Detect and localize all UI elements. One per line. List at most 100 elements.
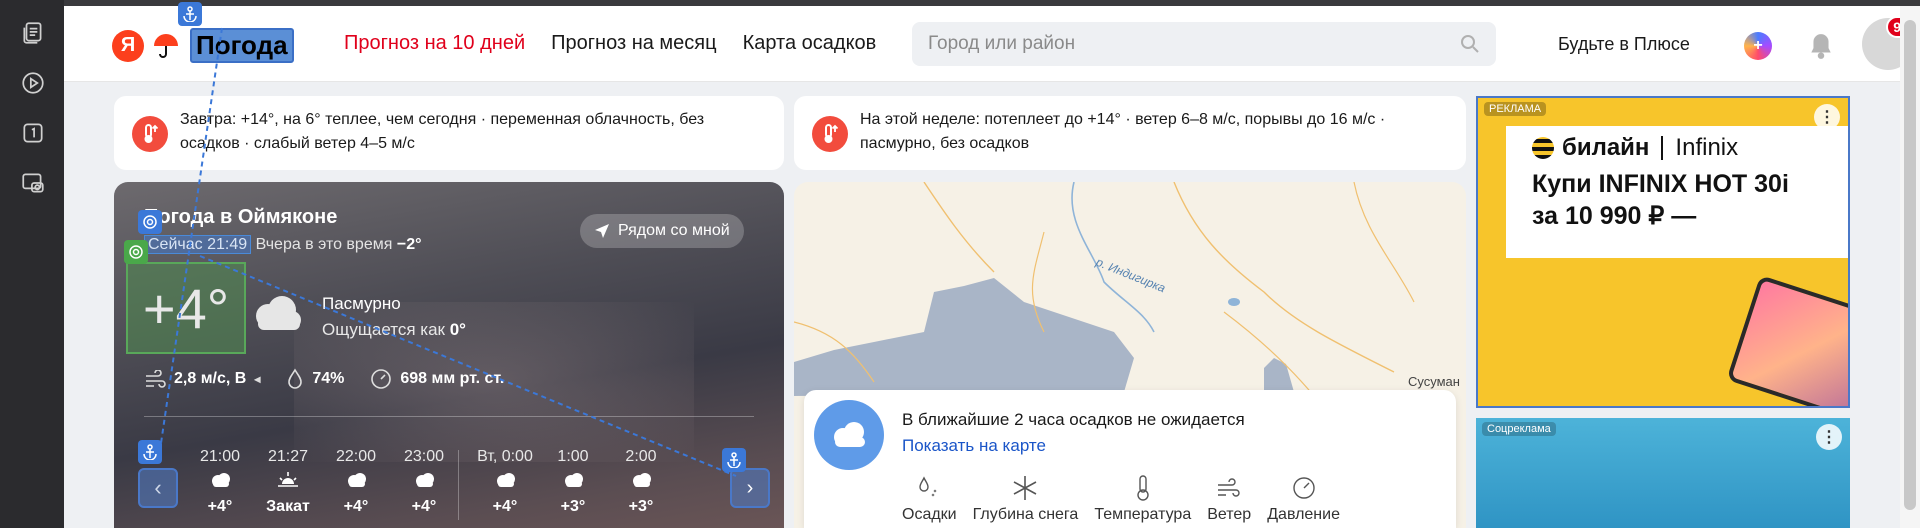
near-me-button[interactable]: Рядом со мной xyxy=(580,214,744,248)
precip-icon xyxy=(916,474,942,502)
cloud-icon xyxy=(814,400,884,470)
show-on-map-link[interactable]: Показать на карте xyxy=(902,436,1046,456)
layer-snow[interactable]: Глубина снега xyxy=(972,474,1079,524)
scrollbar-thumb[interactable] xyxy=(1904,20,1916,510)
feels-like: Ощущается как 0° xyxy=(322,320,466,340)
collections-icon[interactable] xyxy=(18,18,48,48)
thermometer-up-icon xyxy=(132,116,168,152)
wind-value: 2,8 м/с, В xyxy=(174,370,247,387)
ad-banner-beeline[interactable]: РЕКЛАМА ⋮ билайн Infinix Купи INFINIX HO… xyxy=(1476,96,1850,408)
nav-precip-map[interactable]: Карта осадков xyxy=(743,32,877,55)
target-icon[interactable] xyxy=(138,210,162,234)
hour-item[interactable]: 1:00 +3° xyxy=(539,448,607,520)
pressure-value: 698 мм рт. ст. xyxy=(400,370,505,387)
feels-like-value: 0° xyxy=(449,320,466,339)
hour-temp: +4° xyxy=(411,498,437,515)
feels-like-label: Ощущается как xyxy=(322,320,445,339)
cloud-moon-icon xyxy=(471,470,539,494)
precip-map-card[interactable]: р. Индигирка Сусуман В ближайшие 2 часа … xyxy=(794,182,1466,528)
map-layer-switcher: Осадки Глубина снега Температура Ветер Д… xyxy=(902,474,1340,524)
search-icon[interactable] xyxy=(1460,34,1480,54)
ad-more-icon[interactable]: ⋮ xyxy=(1816,424,1842,450)
beeline-logo-icon xyxy=(1532,137,1554,159)
tab-counter-icon[interactable] xyxy=(18,118,48,148)
humidity-metric: 74% xyxy=(286,368,344,390)
anchor-icon[interactable] xyxy=(722,448,746,472)
ad-headline-line1: Купи INFINIX HOT 30i xyxy=(1532,170,1789,198)
town-label: Сусуман xyxy=(1408,374,1460,389)
layer-label: Глубина снега xyxy=(972,506,1079,523)
screenshot-icon[interactable] xyxy=(18,168,48,198)
ad-brand-partner: Infinix xyxy=(1675,134,1739,161)
search-box xyxy=(912,22,1496,66)
yesterday-value: −2° xyxy=(396,236,422,253)
anchor-icon[interactable] xyxy=(138,440,162,464)
yandex-weather-logo[interactable]: Я Погода xyxy=(112,28,294,63)
site-header: Я Погода Прогноз на 10 дней Прогноз на м… xyxy=(64,6,1920,82)
current-temperature: +4° xyxy=(126,262,246,354)
hour-temp: +3° xyxy=(628,498,654,515)
tomorrow-alert-card[interactable]: Завтра: +14°, на 6° теплее, чем сегодня … xyxy=(114,96,784,170)
ad-more-icon[interactable]: ⋮ xyxy=(1814,104,1840,130)
wind-icon xyxy=(1216,474,1242,502)
layer-precip[interactable]: Осадки xyxy=(902,474,957,524)
location-arrow-icon xyxy=(595,224,609,238)
card-divider xyxy=(144,416,754,417)
current-time-link[interactable]: Сейчас 21:49 xyxy=(144,235,252,254)
precip-panel: В ближайшие 2 часа осадков не ожидается … xyxy=(804,390,1456,528)
hour-temp: Закат xyxy=(266,498,310,515)
thermometer-up-icon xyxy=(812,116,848,152)
hour-item[interactable]: 2:00 +3° xyxy=(607,448,675,520)
cloud-moon-icon xyxy=(322,470,390,494)
play-icon[interactable] xyxy=(18,68,48,98)
hourly-forecast: 21:00 +4° 21:27 Закат 22:00 +4° 23:00 +4… xyxy=(186,448,675,520)
hour-item[interactable]: 23:00 +4° xyxy=(390,448,458,520)
plus-icon[interactable]: + xyxy=(1744,32,1772,60)
scroll-right-button[interactable]: › xyxy=(730,468,770,508)
week-alert-text: На этой неделе: потеплеет до +14° · вете… xyxy=(860,111,1386,152)
pressure-metric: 698 мм рт. ст. xyxy=(370,368,504,390)
hour-temp: +4° xyxy=(207,498,233,515)
ad-headline-line2: за 10 990 ₽ — xyxy=(1532,202,1697,230)
ad-label: Соцреклама xyxy=(1482,422,1556,436)
cloud-moon-icon xyxy=(539,470,607,494)
wind-icon xyxy=(146,370,166,388)
week-alert-card[interactable]: На этой неделе: потеплеет до +14° · вете… xyxy=(794,96,1466,170)
ad-brand-name: билайн xyxy=(1562,134,1650,161)
anchor-icon[interactable] xyxy=(178,2,202,26)
hour-time: 1:00 xyxy=(557,448,589,465)
nav-forecast-month[interactable]: Прогноз на месяц xyxy=(551,32,716,55)
hour-time: 23:00 xyxy=(403,448,445,465)
ad-banner-social[interactable]: Соцреклама ⋮ xyxy=(1476,418,1850,528)
near-me-label: Рядом со мной xyxy=(618,222,730,239)
wind-metric: 2,8 м/с, В ◂ xyxy=(144,370,260,388)
bell-icon[interactable] xyxy=(1808,32,1834,60)
layer-temperature[interactable]: Температура xyxy=(1094,474,1191,524)
tomorrow-alert-text: Завтра: +14°, на 6° теплее, чем сегодня … xyxy=(180,111,705,152)
weather-title: Погода в Оймяконе xyxy=(144,206,338,228)
ad-brand: билайн Infinix xyxy=(1532,134,1738,162)
day-separator xyxy=(458,450,459,520)
hour-temp: +4° xyxy=(492,498,518,515)
hour-time: 22:00 xyxy=(335,448,377,465)
layer-label: Температура xyxy=(1094,506,1192,523)
humidity-value: 74% xyxy=(312,370,345,387)
hour-item[interactable]: 22:00 +4° xyxy=(322,448,390,520)
nav-forecast-10-days[interactable]: Прогноз на 10 дней xyxy=(344,32,525,55)
snowflake-icon xyxy=(1012,474,1038,502)
layer-pressure[interactable]: Давление xyxy=(1267,474,1340,524)
hour-item[interactable]: Вт, 0:00 +4° xyxy=(471,448,539,520)
layer-wind[interactable]: Ветер xyxy=(1207,474,1251,524)
plus-promo-link[interactable]: Будьте в Плюсе xyxy=(1558,34,1690,55)
weather-time-row: Сейчас 21:49 Вчера в это время −2° xyxy=(144,235,422,254)
logo-text: Погода xyxy=(190,28,294,63)
hour-item[interactable]: 21:27 Закат xyxy=(254,448,322,520)
hour-temp: +4° xyxy=(343,498,369,515)
scroll-left-button[interactable]: ‹ xyxy=(138,468,178,508)
main-nav: Прогноз на 10 дней Прогноз на месяц Карт… xyxy=(344,32,876,55)
search-input[interactable] xyxy=(928,33,1448,55)
hour-item[interactable]: 21:00 +4° xyxy=(186,448,254,520)
umbrella-icon xyxy=(150,30,182,62)
condition-text: Пасмурно xyxy=(322,294,401,313)
target-icon[interactable] xyxy=(124,240,148,264)
